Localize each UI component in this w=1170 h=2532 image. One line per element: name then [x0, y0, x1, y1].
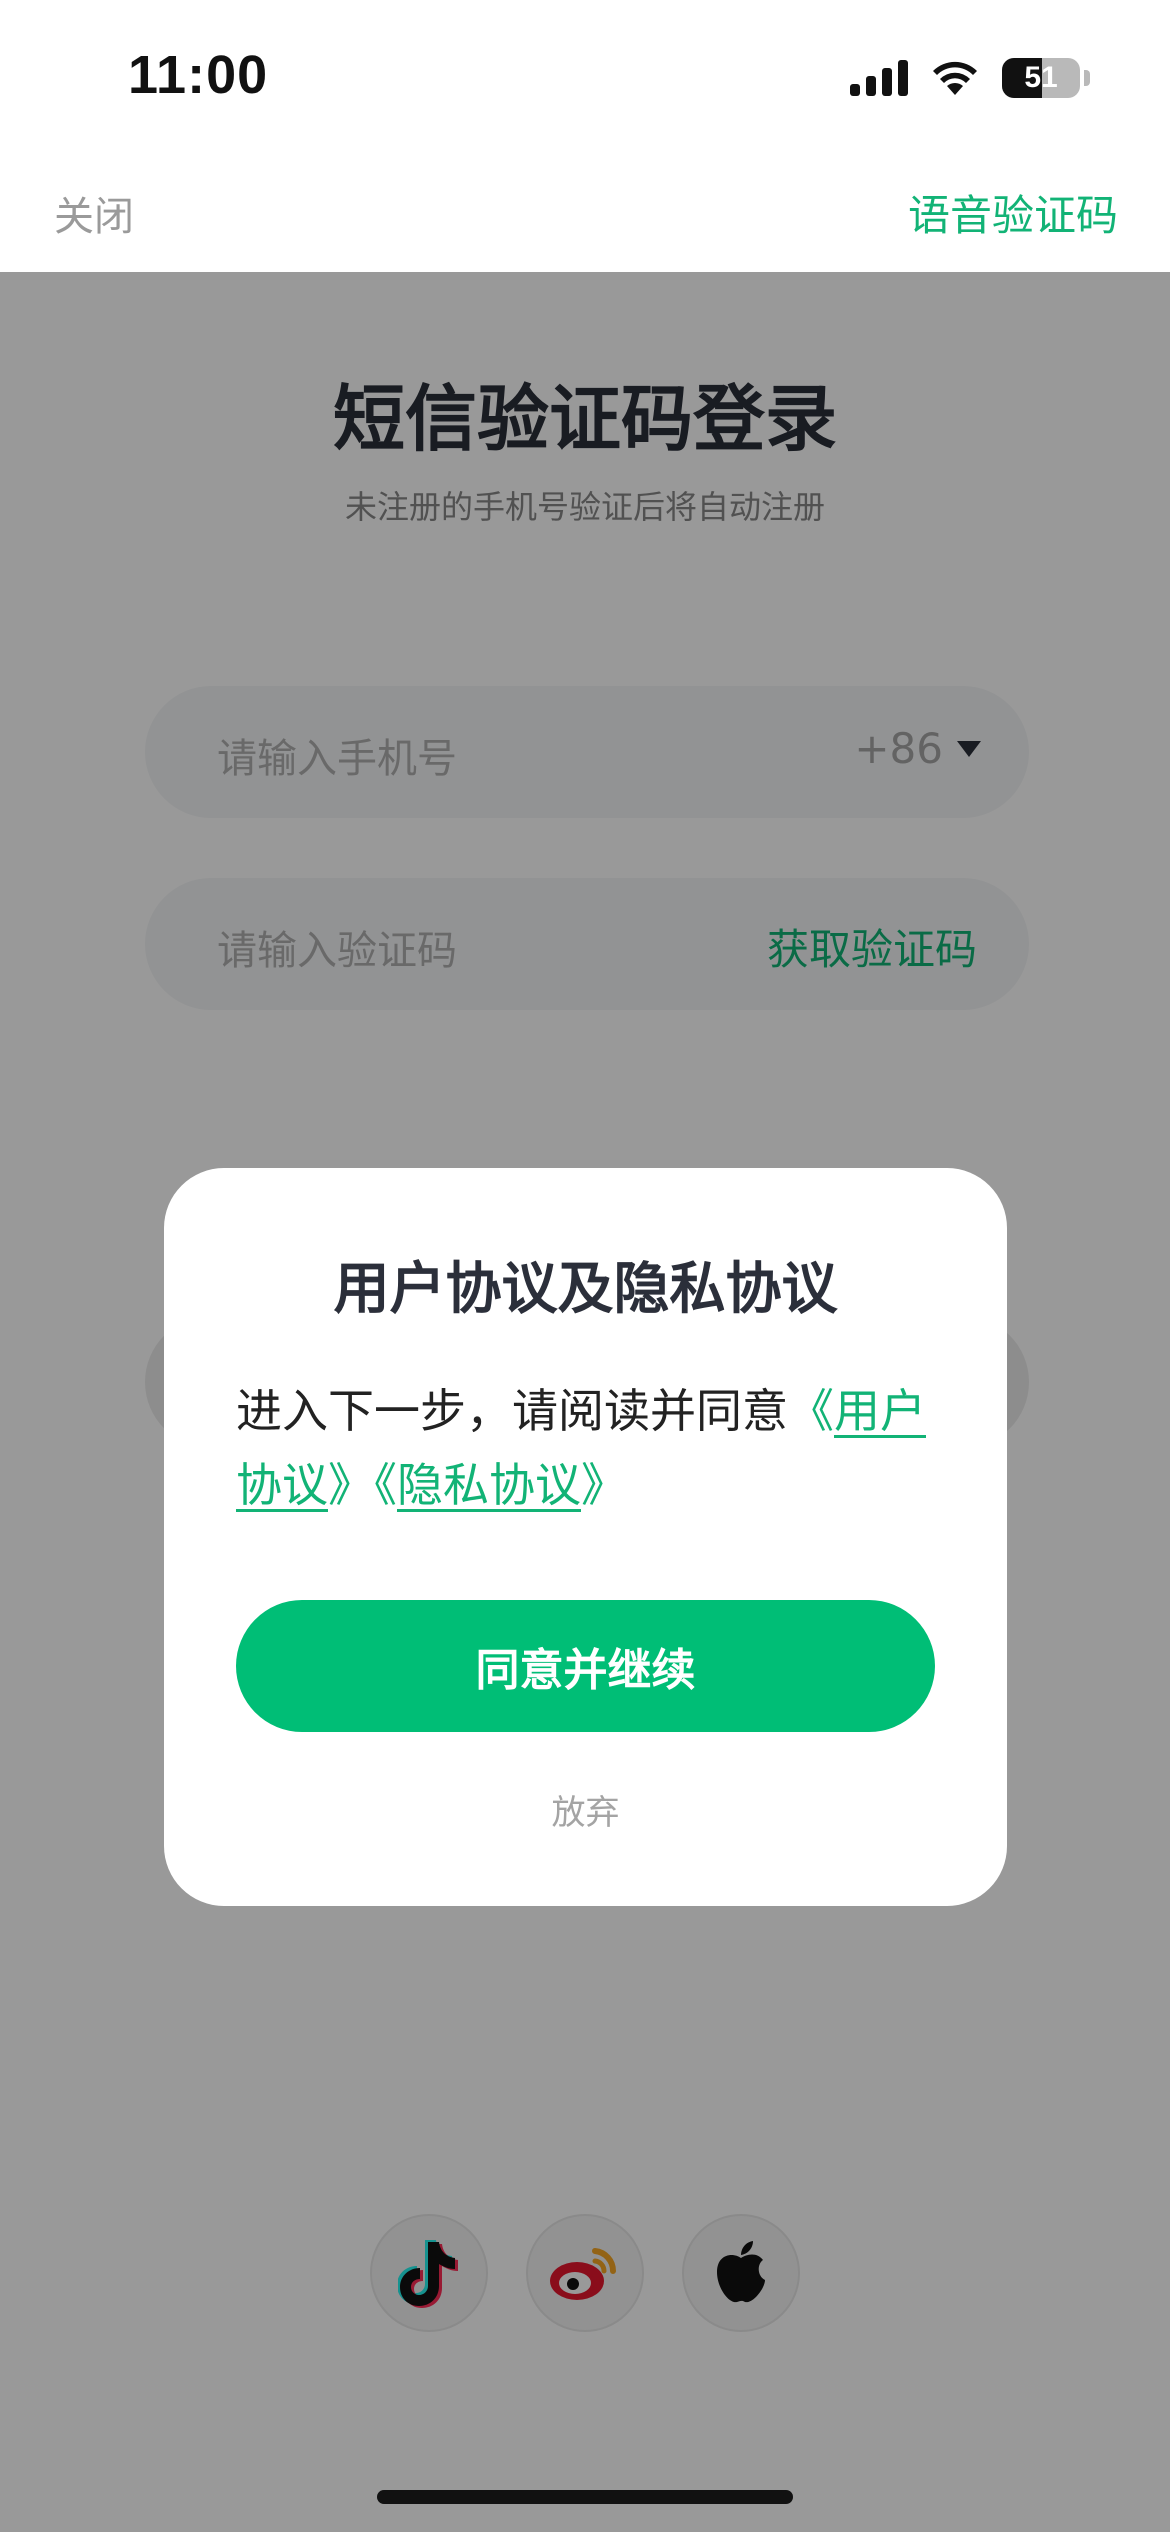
status-bar: 11:00 51: [0, 0, 1170, 150]
bracket-close: 》: [581, 1458, 627, 1512]
battery-tip: [1084, 70, 1090, 86]
dialog-body: 进入下一步，请阅读并同意《用户协议》《隐私协议》: [236, 1374, 936, 1522]
agree-continue-button[interactable]: 同意并继续: [236, 1600, 935, 1732]
privacy-agreement-link[interactable]: 隐私协议: [397, 1458, 581, 1512]
status-icons: 51: [850, 56, 1090, 100]
bracket-open: 《: [788, 1384, 834, 1438]
nav-bar: 关闭 语音验证码: [0, 160, 1170, 270]
dialog-body-text: 进入下一步，请阅读并同意: [236, 1384, 788, 1438]
agreement-dialog: 用户协议及隐私协议 进入下一步，请阅读并同意《用户协议》《隐私协议》 同意并继续…: [164, 1168, 1007, 1906]
battery-level: 51: [1024, 61, 1058, 94]
cellular-signal-icon: [850, 60, 908, 96]
give-up-button[interactable]: 放弃: [164, 1785, 1007, 1834]
status-time: 11:00: [128, 45, 269, 105]
home-indicator[interactable]: [377, 2490, 793, 2504]
battery-icon: 51: [1002, 58, 1080, 98]
voice-code-button[interactable]: 语音验证码: [908, 182, 1118, 243]
bracket-middle: 》《: [328, 1458, 397, 1512]
wifi-icon: [933, 61, 977, 95]
close-button[interactable]: 关闭: [54, 184, 134, 242]
dialog-title: 用户协议及隐私协议: [333, 1257, 838, 1322]
